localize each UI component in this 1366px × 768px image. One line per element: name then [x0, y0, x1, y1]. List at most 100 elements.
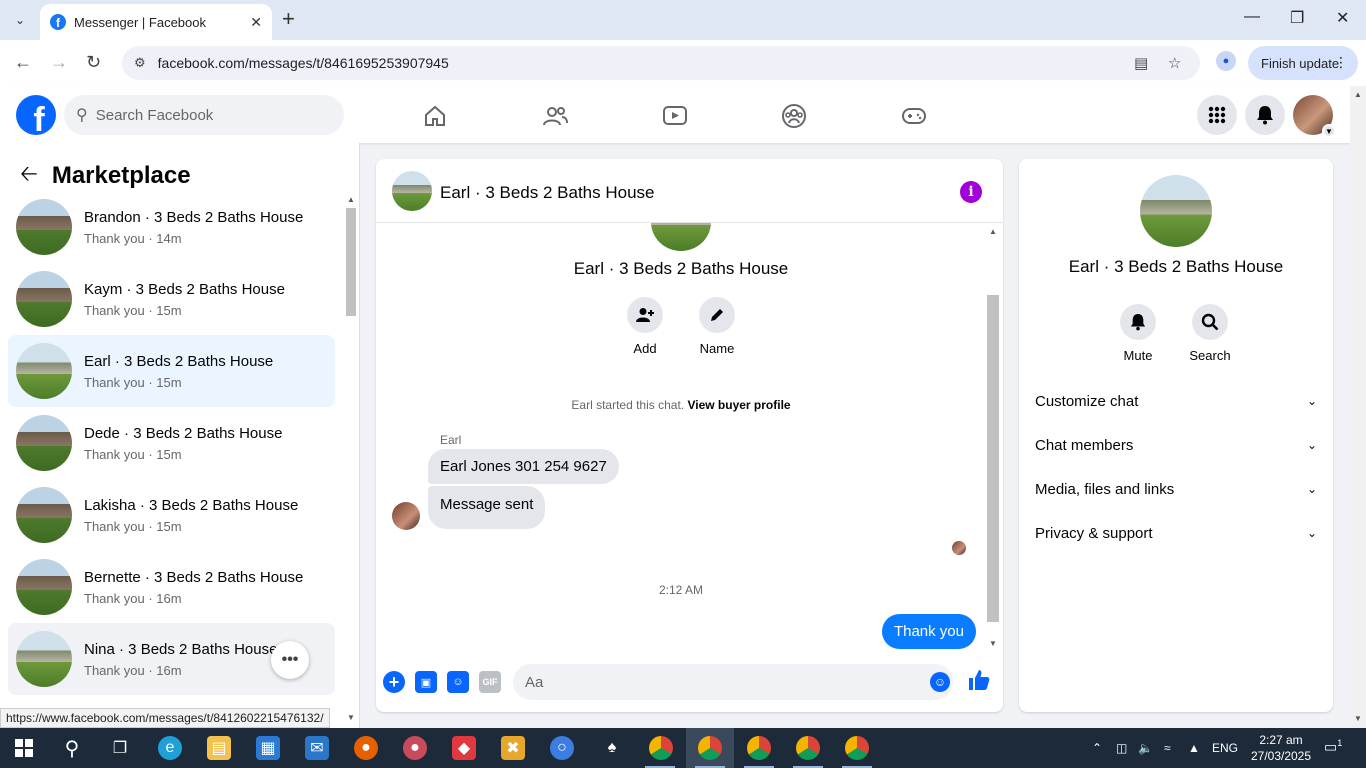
- mute-button[interactable]: Mute: [1108, 304, 1168, 363]
- home-icon[interactable]: [421, 102, 449, 130]
- restore-button[interactable]: ❐: [1290, 8, 1304, 28]
- chrome-icon[interactable]: [649, 736, 673, 760]
- scrollbar-thumb[interactable]: [346, 208, 356, 316]
- view-buyer-profile-link[interactable]: View buyer profile: [687, 398, 790, 412]
- volume-icon[interactable]: 🔈: [1138, 728, 1153, 768]
- message-bubble[interactable]: Message sent: [428, 486, 546, 529]
- network-status-icon[interactable]: ▲: [1188, 728, 1200, 768]
- facebook-logo-icon[interactable]: f: [16, 95, 56, 135]
- add-people-button[interactable]: Add: [615, 297, 675, 356]
- message-bubble[interactable]: Earl Jones 301 254 9627: [428, 449, 619, 484]
- account-avatar[interactable]: ▼: [1293, 95, 1336, 138]
- browser-tab[interactable]: f Messenger | Facebook ✕: [40, 4, 272, 40]
- chat-avatar[interactable]: [392, 171, 432, 211]
- sender-avatar[interactable]: [392, 502, 420, 530]
- back-arrow-icon[interactable]: 🡠: [20, 157, 38, 195]
- back-arrow-icon[interactable]: ←: [14, 52, 32, 72]
- figure-app-icon[interactable]: ♠: [600, 736, 624, 760]
- forward-arrow-icon[interactable]: →: [50, 52, 68, 72]
- conversation-item-active[interactable]: Earl · 3 Beds 2 Baths House Thank you · 1…: [8, 335, 335, 407]
- microsoft-store-icon[interactable]: ▦: [256, 736, 280, 760]
- page-scrollbar[interactable]: ▲ ▼: [1350, 86, 1366, 728]
- show-hidden-icons[interactable]: ⌃: [1092, 728, 1102, 768]
- mute-label: Mute: [1123, 348, 1153, 363]
- close-window-button[interactable]: ✕: [1336, 8, 1349, 28]
- groups-icon[interactable]: [780, 102, 808, 130]
- anydesk-icon[interactable]: ◆: [452, 736, 476, 760]
- video-icon[interactable]: [661, 102, 689, 130]
- scroll-up-icon[interactable]: ▲: [989, 227, 997, 236]
- search-icon[interactable]: ⚲: [60, 736, 84, 760]
- edge-browser-icon[interactable]: e: [158, 736, 182, 760]
- gif-icon[interactable]: GIF: [479, 671, 501, 693]
- chrome-variant-icon[interactable]: ○: [550, 736, 574, 760]
- friends-icon[interactable]: [541, 102, 569, 130]
- finish-update-button[interactable]: Finish update ⋮: [1248, 46, 1358, 80]
- firefox-icon[interactable]: ●: [354, 736, 378, 760]
- battery-icon[interactable]: ◫: [1116, 728, 1127, 768]
- search-label: Search: [1189, 348, 1231, 363]
- minimize-button[interactable]: —: [1244, 8, 1260, 26]
- conversation-name: Kaym · 3 Beds 2 Baths House: [84, 280, 285, 298]
- app-icon[interactable]: ✖: [501, 736, 525, 760]
- plus-icon[interactable]: +: [383, 671, 405, 693]
- search-in-chat-button[interactable]: Search: [1180, 304, 1240, 363]
- system-clock[interactable]: 2:27 am 27/03/2025: [1248, 732, 1314, 764]
- new-tab-button[interactable]: +: [282, 8, 295, 30]
- conversation-item[interactable]: Nina · 3 Beds 2 Baths House Thank you · 1…: [8, 623, 335, 695]
- tab-search-button[interactable]: ⌄: [8, 9, 32, 31]
- sticker-icon[interactable]: ☺: [447, 671, 469, 693]
- emoji-icon[interactable]: ☺: [930, 672, 950, 692]
- install-app-icon[interactable]: ▤: [1134, 46, 1148, 80]
- conversation-list-scrollbar[interactable]: ▲ ▼: [344, 193, 358, 723]
- file-explorer-icon[interactable]: ▤: [207, 736, 231, 760]
- info-icon[interactable]: i: [960, 181, 982, 203]
- media-files-links-row[interactable]: Media, files and links ⌄: [1035, 467, 1317, 511]
- menu-grid-icon[interactable]: [1197, 95, 1237, 135]
- photo-icon[interactable]: ▣: [415, 671, 437, 693]
- task-view-icon[interactable]: ❐: [108, 736, 132, 760]
- scroll-down-icon[interactable]: ▼: [1354, 714, 1362, 723]
- chrome-icon[interactable]: [698, 736, 722, 760]
- wifi-icon[interactable]: ≈: [1164, 728, 1171, 768]
- more-options-icon[interactable]: •••: [271, 641, 309, 679]
- thread-scrollbar[interactable]: ▲ ▼: [986, 225, 1000, 651]
- profile-icon[interactable]: ●: [1216, 51, 1236, 71]
- conversation-item[interactable]: Bernette · 3 Beds 2 Baths House Thank you…: [8, 551, 335, 623]
- kebab-menu-icon[interactable]: ⋮: [1334, 54, 1348, 71]
- gaming-icon[interactable]: [900, 102, 928, 130]
- language-indicator[interactable]: ENG: [1212, 728, 1238, 768]
- thumbs-up-icon[interactable]: [968, 669, 990, 697]
- conversation-item[interactable]: Dede · 3 Beds 2 Baths House Thank you · 1…: [8, 407, 335, 479]
- notification-center-icon[interactable]: ▭1: [1324, 738, 1346, 758]
- customize-chat-row[interactable]: Customize chat ⌄: [1035, 379, 1317, 423]
- paint-app-icon[interactable]: ●: [403, 736, 427, 760]
- bookmark-star-icon[interactable]: ☆: [1168, 46, 1181, 80]
- facebook-search[interactable]: ⚲ Search Facebook: [64, 95, 344, 135]
- scroll-down-icon[interactable]: ▼: [347, 713, 355, 722]
- chrome-icon[interactable]: [747, 736, 771, 760]
- conversation-item[interactable]: Kaym · 3 Beds 2 Baths House Thank you · 1…: [8, 263, 335, 335]
- chat-title[interactable]: Earl · 3 Beds 2 Baths House: [440, 183, 655, 203]
- mail-icon[interactable]: ✉: [305, 736, 329, 760]
- scroll-down-icon[interactable]: ▼: [989, 639, 997, 648]
- chrome-icon[interactable]: [796, 736, 820, 760]
- conversation-item[interactable]: Lakisha · 3 Beds 2 Baths House Thank you …: [8, 479, 335, 551]
- scroll-up-icon[interactable]: ▲: [1354, 90, 1362, 99]
- reload-icon[interactable]: ↻: [86, 52, 101, 72]
- edit-name-button[interactable]: Name: [687, 297, 747, 356]
- address-bar[interactable]: ⚙ facebook.com/messages/t/84616952539079…: [122, 46, 1200, 80]
- scroll-up-icon[interactable]: ▲: [347, 195, 355, 204]
- windows-start-icon[interactable]: [12, 736, 36, 760]
- privacy-support-row[interactable]: Privacy & support ⌄: [1035, 511, 1317, 555]
- my-message-bubble[interactable]: Thank you: [881, 614, 976, 649]
- chrome-icon[interactable]: [845, 736, 869, 760]
- message-input[interactable]: [513, 664, 953, 700]
- notifications-bell-icon[interactable]: [1245, 95, 1285, 135]
- site-info-icon[interactable]: ⚙: [134, 55, 146, 71]
- chat-members-row[interactable]: Chat members ⌄: [1035, 423, 1317, 467]
- scrollbar-thumb[interactable]: [987, 295, 999, 622]
- conversation-item[interactable]: Brandon · 3 Beds 2 Baths House Thank you …: [8, 191, 335, 263]
- chat-panel: Earl · 3 Beds 2 Baths House i Earl · 3 B…: [376, 159, 1003, 712]
- tab-close-icon[interactable]: ✕: [250, 14, 262, 31]
